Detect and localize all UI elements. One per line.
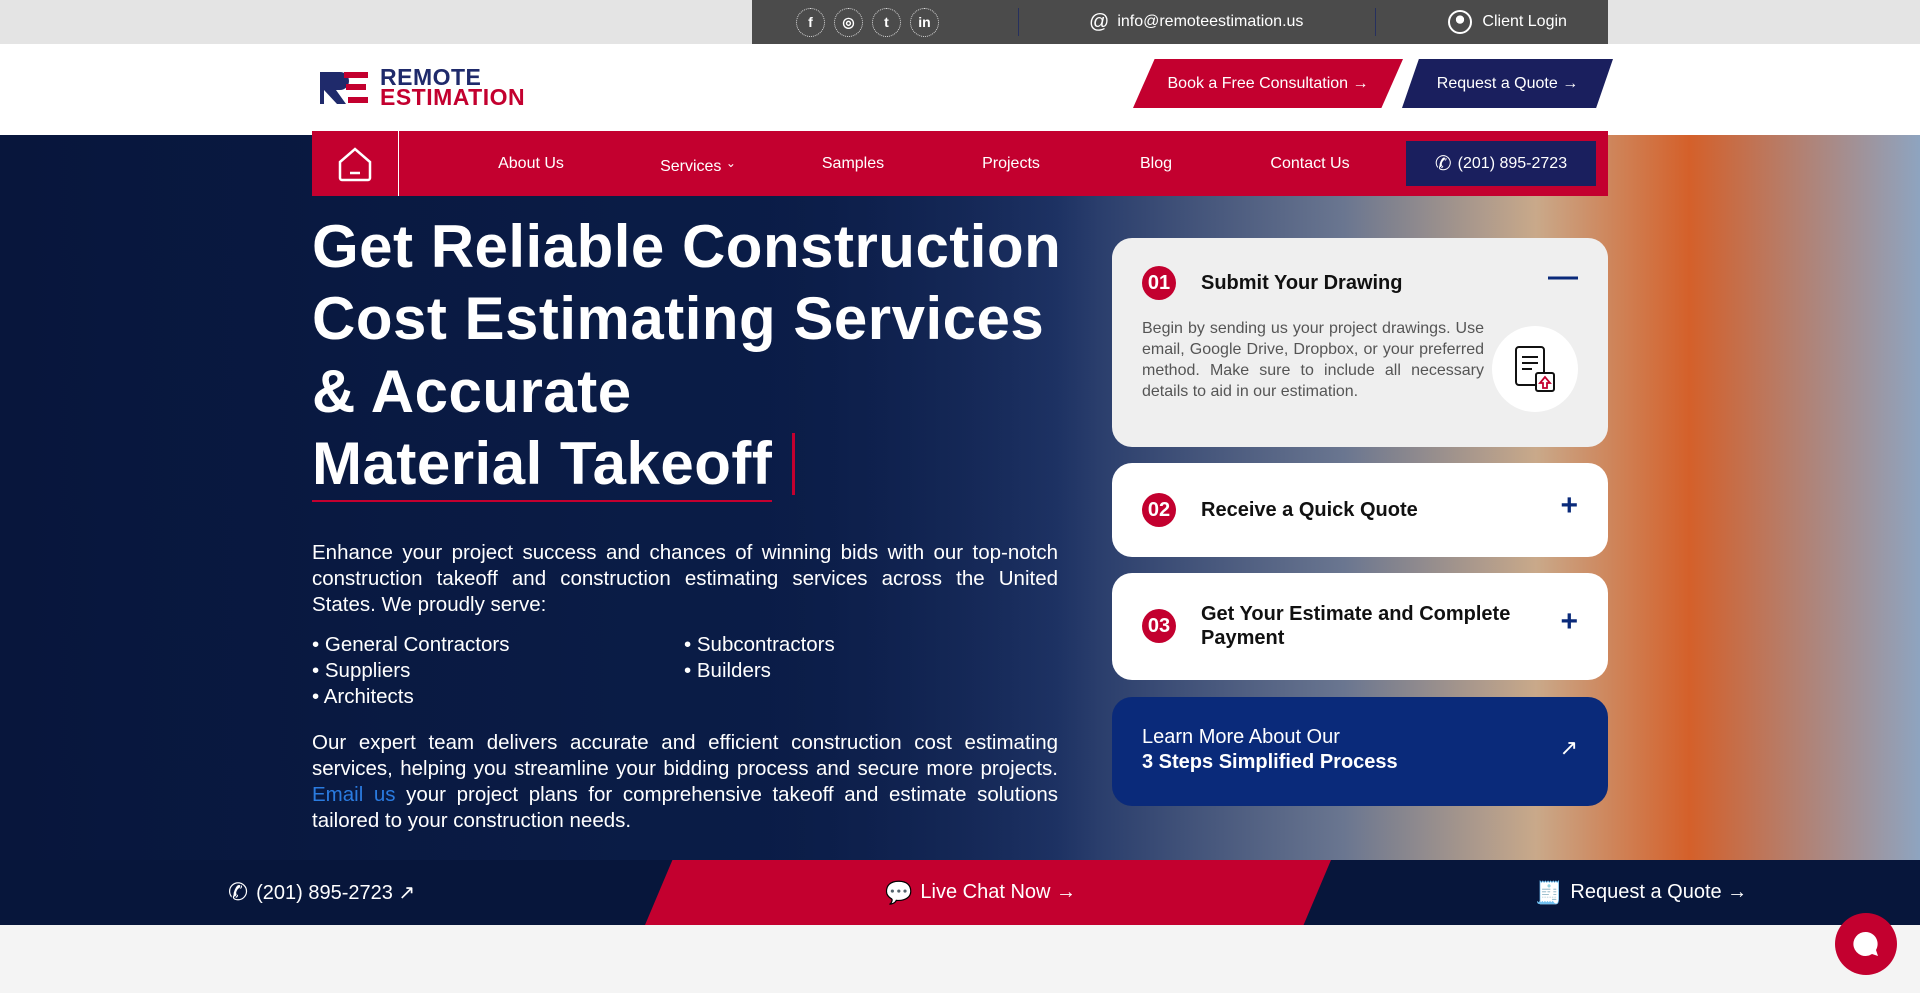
at-icon: @ bbox=[1089, 10, 1110, 33]
step-title: Get Your Estimate and Complete Payment bbox=[1201, 603, 1511, 649]
header bbox=[0, 44, 1920, 135]
arrow-up-right-icon: ↗ bbox=[1559, 735, 1578, 760]
serve-item: • Subcontractors bbox=[684, 633, 835, 656]
logo-mark-icon bbox=[320, 72, 368, 104]
nav-samples[interactable]: Samples bbox=[822, 131, 884, 196]
nav-services[interactable]: Services ⌄ bbox=[660, 131, 736, 196]
minus-icon[interactable]: — bbox=[1548, 260, 1578, 294]
step-title: Submit Your Drawing bbox=[1201, 272, 1403, 294]
nav-phone-button[interactable]: ✆ (201) 895-2723 bbox=[1406, 141, 1596, 186]
nav-phone-text: (201) 895-2723 bbox=[1457, 154, 1568, 172]
divider bbox=[1018, 8, 1019, 36]
client-login-label: Client Login bbox=[1482, 13, 1567, 30]
book-consultation-button[interactable]: Book a Free Consultation → bbox=[1133, 59, 1403, 108]
desc-text: your project plans for comprehensive tak… bbox=[312, 783, 1059, 832]
home-icon bbox=[338, 146, 372, 181]
plus-icon[interactable]: + bbox=[1560, 489, 1578, 523]
serve-item: • Suppliers bbox=[312, 659, 411, 682]
invoice-icon: 🧾 bbox=[1535, 879, 1563, 905]
learn-more-line1: Learn More About Our bbox=[1142, 726, 1340, 748]
client-login-link[interactable]: Client Login bbox=[1448, 10, 1567, 34]
chevron-down-icon: ⌄ bbox=[725, 156, 736, 170]
social-links: f ◎ t in bbox=[796, 7, 948, 37]
learn-more-card[interactable]: Learn More About Our 3 Steps Simplified … bbox=[1112, 697, 1608, 806]
linkedin-icon[interactable]: in bbox=[910, 7, 939, 37]
phone-mail-icon: ✆ bbox=[228, 879, 249, 906]
strip-phone-link[interactable]: ✆ (201) 895-2723 ↗ bbox=[228, 860, 415, 925]
nav-services-label: Services bbox=[660, 158, 722, 175]
document-upload-icon bbox=[1492, 326, 1578, 412]
twitter-icon[interactable]: t bbox=[872, 7, 901, 37]
request-quote-button[interactable]: Request a Quote → bbox=[1402, 59, 1613, 108]
desc-text: Our expert team delivers accurate and ef… bbox=[312, 731, 1058, 780]
facebook-icon[interactable]: f bbox=[796, 7, 825, 37]
step-number: 01 bbox=[1142, 266, 1176, 300]
instagram-icon[interactable]: ◎ bbox=[834, 7, 863, 37]
home-button[interactable] bbox=[312, 131, 399, 196]
divider bbox=[1375, 8, 1377, 36]
hero-title-line: Get Reliable Construction bbox=[312, 213, 1062, 280]
nav-blog[interactable]: Blog bbox=[1140, 131, 1172, 196]
step-number: 02 bbox=[1142, 493, 1176, 527]
user-icon bbox=[1448, 10, 1473, 34]
hero-title-line: Cost Estimating Services bbox=[312, 285, 1045, 352]
plus-icon[interactable]: + bbox=[1560, 605, 1578, 639]
chat-bubbles-icon: 💬 bbox=[885, 879, 913, 905]
serve-item: • General Contractors bbox=[312, 633, 510, 656]
chat-icon bbox=[1853, 931, 1878, 956]
step-number: 03 bbox=[1142, 609, 1176, 643]
top-bar: f ◎ t in @ info@remoteestimation.us Clie… bbox=[752, 0, 1608, 44]
hero-description: Our expert team delivers accurate and ef… bbox=[312, 730, 1058, 834]
email-text: info@remoteestimation.us bbox=[1117, 13, 1304, 30]
nav-projects[interactable]: Projects bbox=[982, 131, 1040, 196]
strip-quote-link[interactable]: 🧾 Request a Quote → bbox=[1535, 860, 1747, 925]
step-card-2[interactable]: 02 Receive a Quick Quote + bbox=[1112, 463, 1608, 557]
email-us-link[interactable]: Email us bbox=[312, 783, 396, 806]
live-chat-text: Live Chat Now → bbox=[920, 881, 1077, 903]
nav-about-us[interactable]: About Us bbox=[498, 131, 564, 196]
hero-title-line: & Accurate bbox=[312, 358, 632, 425]
logo[interactable]: REMOTE ESTIMATION bbox=[318, 66, 526, 110]
serve-item: • Architects bbox=[312, 685, 414, 708]
text-cursor bbox=[792, 433, 795, 495]
live-chat-button[interactable]: 💬 Live Chat Now → bbox=[885, 860, 1076, 925]
nav-contact-us[interactable]: Contact Us bbox=[1270, 131, 1349, 196]
learn-more-line2: 3 Steps Simplified Process bbox=[1142, 751, 1398, 773]
step-body: Begin by sending us your project drawing… bbox=[1142, 320, 1484, 400]
step-card-3[interactable]: 03 Get Your Estimate and Complete Paymen… bbox=[1112, 573, 1608, 680]
phone-icon: ✆ bbox=[1434, 153, 1452, 175]
hero-intro: Enhance your project success and chances… bbox=[312, 541, 1058, 616]
hero-title-line: Material Takeoff bbox=[312, 429, 773, 502]
logo-text-estimation: ESTIMATION bbox=[380, 84, 526, 110]
chat-widget-button[interactable] bbox=[1835, 913, 1897, 975]
serve-item: • Builders bbox=[684, 659, 771, 682]
strip-phone-text: (201) 895-2723 ↗ bbox=[256, 882, 416, 904]
step-title: Receive a Quick Quote bbox=[1201, 499, 1418, 521]
strip-quote-text: Request a Quote → bbox=[1570, 881, 1748, 903]
serve-list: • General Contractors • Subcontractors •… bbox=[312, 632, 1072, 710]
step-card-1[interactable]: 01 Submit Your Drawing — Begin by sendin… bbox=[1112, 238, 1608, 447]
email-link[interactable]: @ info@remoteestimation.us bbox=[1089, 11, 1303, 34]
